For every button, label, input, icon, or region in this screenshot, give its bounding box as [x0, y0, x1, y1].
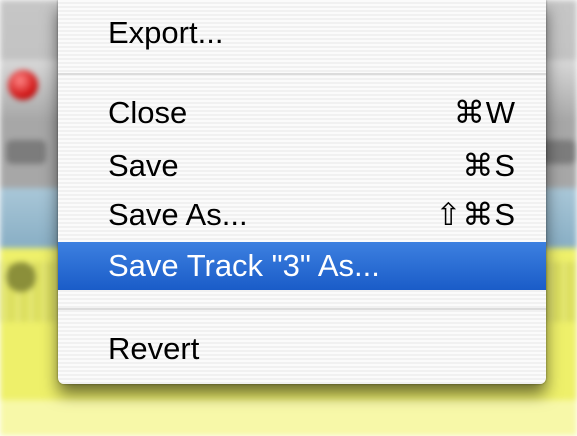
menu-item-label: Revert [108, 331, 200, 366]
menu-item-save[interactable]: Save ⌘S [58, 143, 546, 189]
menu-separator [58, 73, 546, 75]
menu-separator [58, 308, 546, 310]
track-button-icon[interactable] [6, 262, 36, 292]
menu-shortcut: ⌘S [462, 148, 516, 183]
menu-item-save-as[interactable]: Save As... ⇧⌘S [58, 192, 546, 238]
menu-item-save-track-as[interactable]: Save Track "3" As... [58, 242, 546, 290]
menu-shortcut: ⌘W [453, 95, 516, 130]
menu-item-close[interactable]: Close ⌘W [58, 90, 546, 136]
menu-item-label: Save As... [108, 197, 248, 232]
menu-item-label: Close [108, 95, 188, 130]
menu-shortcut: ⇧⌘S [435, 197, 516, 232]
scroll-left-arrow-icon[interactable] [6, 140, 46, 164]
menu-item-label: Save [108, 148, 179, 183]
track-lower-area [0, 400, 577, 436]
close-window-button[interactable] [8, 70, 38, 100]
file-menu-dropdown: Export... Close ⌘W Save ⌘S Save As... ⇧⌘… [58, 0, 546, 384]
menu-item-label: Export... [108, 15, 224, 50]
menu-item-export[interactable]: Export... [58, 10, 546, 56]
menu-item-label: Save Track "3" As... [108, 248, 380, 283]
menu-item-revert[interactable]: Revert [58, 326, 546, 372]
